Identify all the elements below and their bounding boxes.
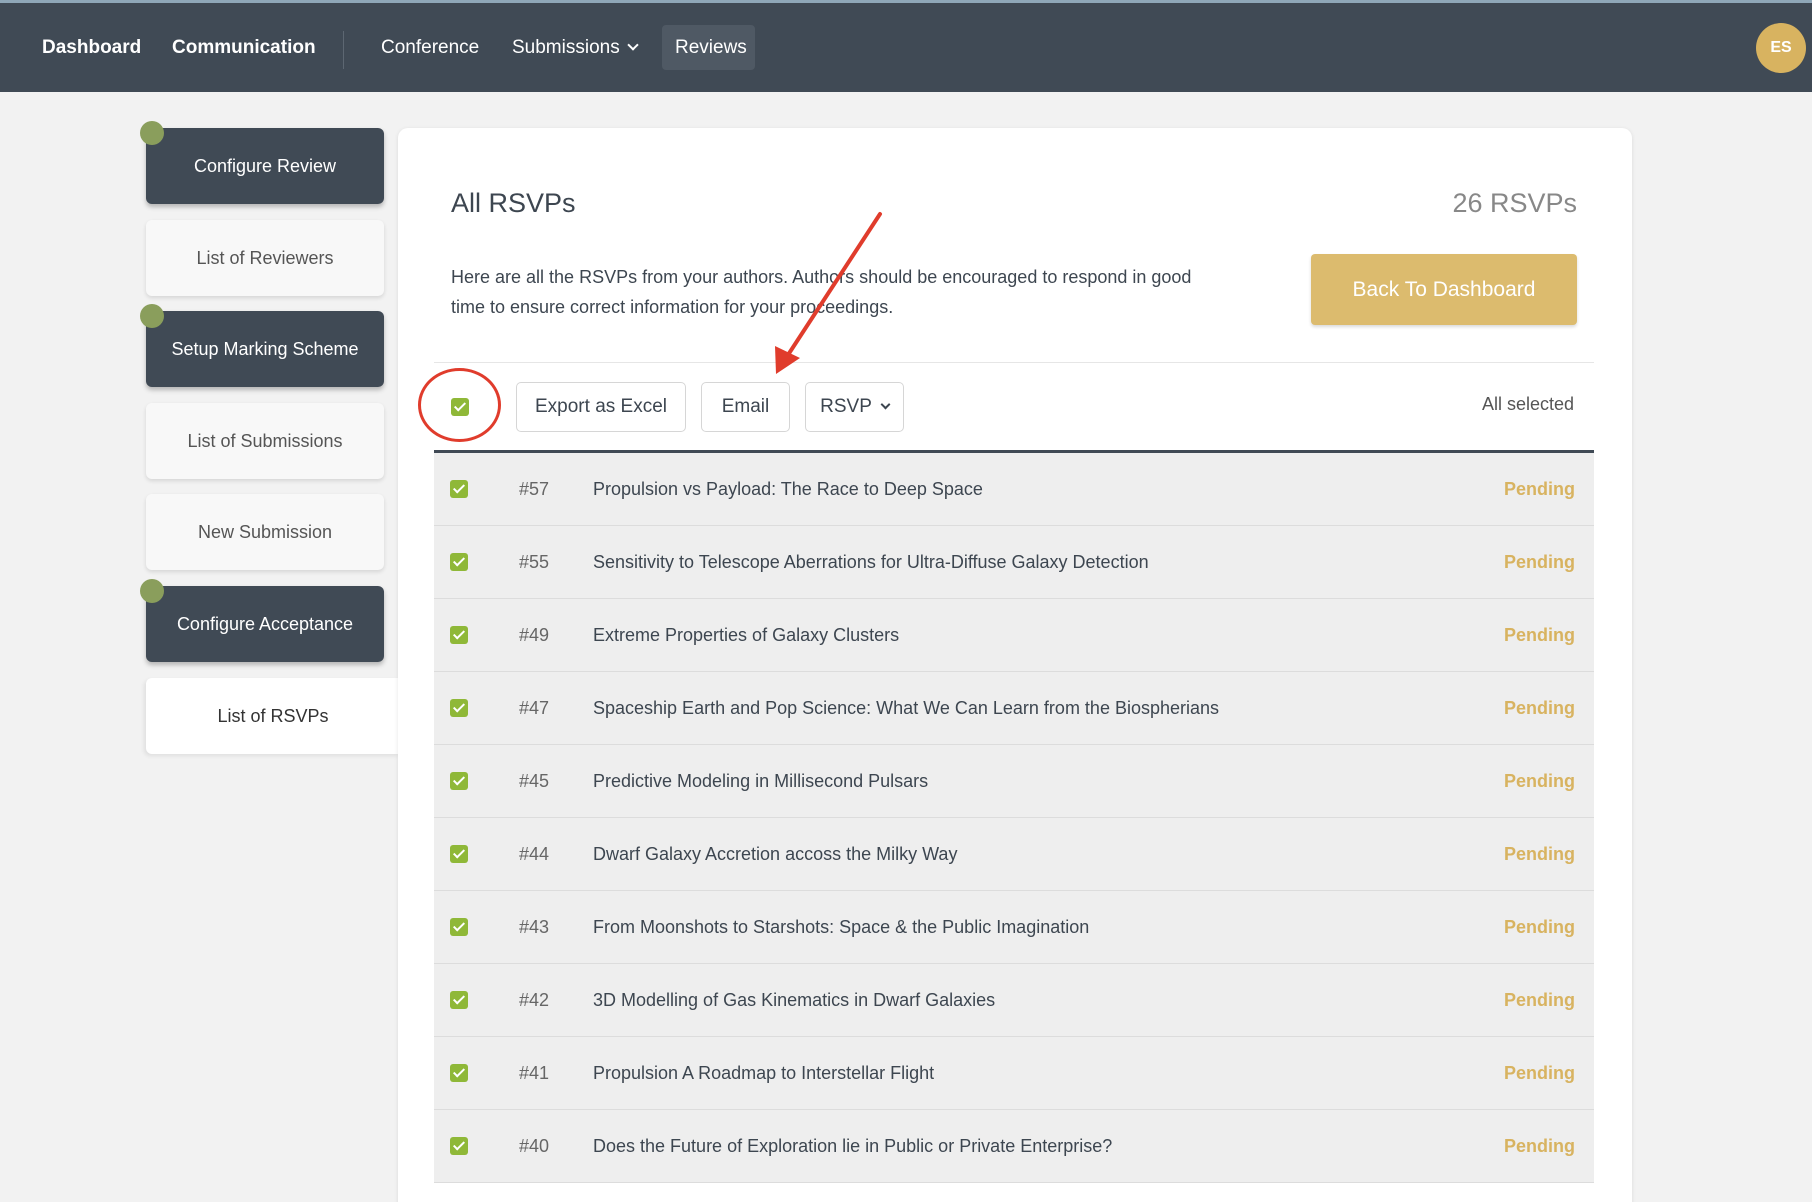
row-checkbox[interactable]	[450, 918, 468, 936]
status-badge: Pending	[1504, 698, 1575, 718]
sidebar-item-new-submission[interactable]: New Submission	[146, 494, 384, 570]
status-badge: Pending	[1504, 1063, 1575, 1083]
status-badge: Pending	[1504, 1136, 1575, 1156]
sidebar-item-label: New Submission	[197, 522, 333, 542]
submission-title[interactable]: Does the Future of Exploration lie in Pu…	[593, 1110, 1112, 1183]
back-to-dashboard-button[interactable]: Back To Dashboard	[1311, 254, 1577, 325]
submission-title[interactable]: From Moonshots to Starshots: Space & the…	[593, 891, 1089, 964]
row-checkbox[interactable]	[450, 626, 468, 644]
submission-id: #49	[519, 625, 550, 645]
submission-title[interactable]: Dwarf Galaxy Accretion accoss the Milky …	[593, 818, 957, 891]
submission-id: #42	[519, 990, 550, 1010]
export-excel-button[interactable]: Export as Excel	[516, 382, 686, 432]
table-row[interactable]: #45 Predictive Modeling in Millisecond Pu…	[434, 745, 1594, 818]
status-badge: Pending	[1504, 479, 1575, 499]
sidebar-item-label: Configure Review	[193, 156, 337, 176]
sidebar-item-configure-review[interactable]: Configure Review	[140, 121, 384, 204]
annotation-circle	[418, 368, 501, 442]
table-row[interactable]: #44 Dwarf Galaxy Accretion accoss the Mil…	[434, 818, 1594, 891]
table-row[interactable]: #42 3D Modelling of Gas Kinematics in Dwa…	[434, 964, 1594, 1037]
email-button[interactable]: Email	[701, 382, 790, 432]
sidebar-item-label: List of Reviewers	[196, 248, 334, 268]
sidebar-item-label: Configure Acceptance	[176, 614, 354, 634]
status-badge: Pending	[1504, 625, 1575, 645]
table-row[interactable]: #49 Extreme Properties of Galaxy Clusters…	[434, 599, 1594, 672]
sidebar-item-list-of-rsvps[interactable]: List of RSVPs	[146, 678, 400, 754]
nav-submissions[interactable]: Submissions	[512, 3, 639, 92]
submission-title[interactable]: Predictive Modeling in Millisecond Pulsa…	[593, 745, 928, 818]
submission-title[interactable]: Propulsion A Roadmap to Interstellar Fli…	[593, 1037, 934, 1110]
sidebar-item-label: Setup Marking Scheme	[171, 339, 359, 359]
chevron-down-icon	[880, 399, 891, 410]
rsvp-filter-dropdown[interactable]: RSVP	[805, 382, 904, 432]
status-badge: Pending	[1504, 917, 1575, 937]
submission-id: #47	[519, 698, 550, 718]
table-row[interactable]: #55 Sensitivity to Telescope Aberrations …	[434, 526, 1594, 599]
nav-communication[interactable]: Communication	[172, 3, 316, 92]
page-description: Here are all the RSVPs from your authors…	[451, 267, 1192, 317]
row-checkbox[interactable]	[450, 1064, 468, 1082]
row-checkbox[interactable]	[450, 553, 468, 571]
nav-conference[interactable]: Conference	[381, 3, 479, 92]
submission-id: #41	[519, 1063, 550, 1083]
submission-title[interactable]: Sensitivity to Telescope Aberrations for…	[593, 526, 1149, 599]
row-checkbox[interactable]	[450, 845, 468, 863]
submission-id: #57	[519, 479, 550, 499]
sidebar-item-label: List of Submissions	[187, 431, 343, 451]
table-row[interactable]: #57 Propulsion vs Payload: The Race to De…	[434, 453, 1594, 526]
submission-title[interactable]: Spaceship Earth and Pop Science: What We…	[593, 672, 1219, 745]
status-dot-icon	[140, 304, 164, 328]
row-checkbox[interactable]	[450, 991, 468, 1009]
status-dot-icon	[140, 121, 164, 145]
status-dot-icon	[140, 579, 164, 603]
divider	[434, 362, 1594, 363]
table-row[interactable]: #40 Does the Future of Exploration lie in…	[434, 1110, 1594, 1183]
rsvp-count: 26 RSVPs	[1452, 188, 1577, 218]
sidebar-item-list-of-submissions[interactable]: List of Submissions	[146, 403, 384, 479]
nav-submissions-label: Submissions	[512, 37, 620, 58]
nav-dashboard[interactable]: Dashboard	[42, 3, 141, 92]
status-badge: Pending	[1504, 552, 1575, 572]
status-badge: Pending	[1504, 771, 1575, 791]
submission-title[interactable]: Extreme Properties of Galaxy Clusters	[593, 599, 899, 672]
submission-id: #43	[519, 917, 550, 937]
row-checkbox[interactable]	[450, 1137, 468, 1155]
status-badge: Pending	[1504, 844, 1575, 864]
row-checkbox[interactable]	[450, 480, 468, 498]
avatar[interactable]: ES	[1756, 23, 1806, 73]
sidebar-item-list-of-reviewers[interactable]: List of Reviewers	[146, 220, 384, 296]
page-title: All RSVPs	[451, 188, 576, 218]
submission-title[interactable]: Propulsion vs Payload: The Race to Deep …	[593, 453, 983, 526]
table-row[interactable]: #43 From Moonshots to Starshots: Space & …	[434, 891, 1594, 964]
submission-id: #40	[519, 1136, 550, 1156]
table-row[interactable]: #41 Propulsion A Roadmap to Interstellar …	[434, 1037, 1594, 1110]
status-badge: Pending	[1504, 990, 1575, 1010]
submission-id: #44	[519, 844, 550, 864]
top-nav: Dashboard Communication Conference Submi…	[0, 0, 1812, 92]
sidebar-item-setup-marking-scheme[interactable]: Setup Marking Scheme	[140, 304, 384, 387]
rsvp-filter-label: RSVP	[820, 396, 872, 417]
selection-status: All selected	[1481, 394, 1574, 414]
sidebar-item-configure-acceptance[interactable]: Configure Acceptance	[140, 579, 384, 662]
row-checkbox[interactable]	[450, 772, 468, 790]
submission-id: #55	[519, 552, 550, 572]
submission-title[interactable]: 3D Modelling of Gas Kinematics in Dwarf …	[593, 964, 995, 1037]
nav-divider	[343, 31, 344, 69]
row-checkbox[interactable]	[450, 699, 468, 717]
sidebar-item-label: List of RSVPs	[217, 706, 329, 726]
rsvp-panel: All RSVPs 26 RSVPs Here are all the RSVP…	[398, 128, 1632, 1202]
nav-reviews[interactable]: Reviews	[675, 3, 747, 92]
chevron-down-icon	[627, 39, 639, 51]
table-row[interactable]: #47 Spaceship Earth and Pop Science: What…	[434, 672, 1594, 745]
submission-id: #45	[519, 771, 550, 791]
